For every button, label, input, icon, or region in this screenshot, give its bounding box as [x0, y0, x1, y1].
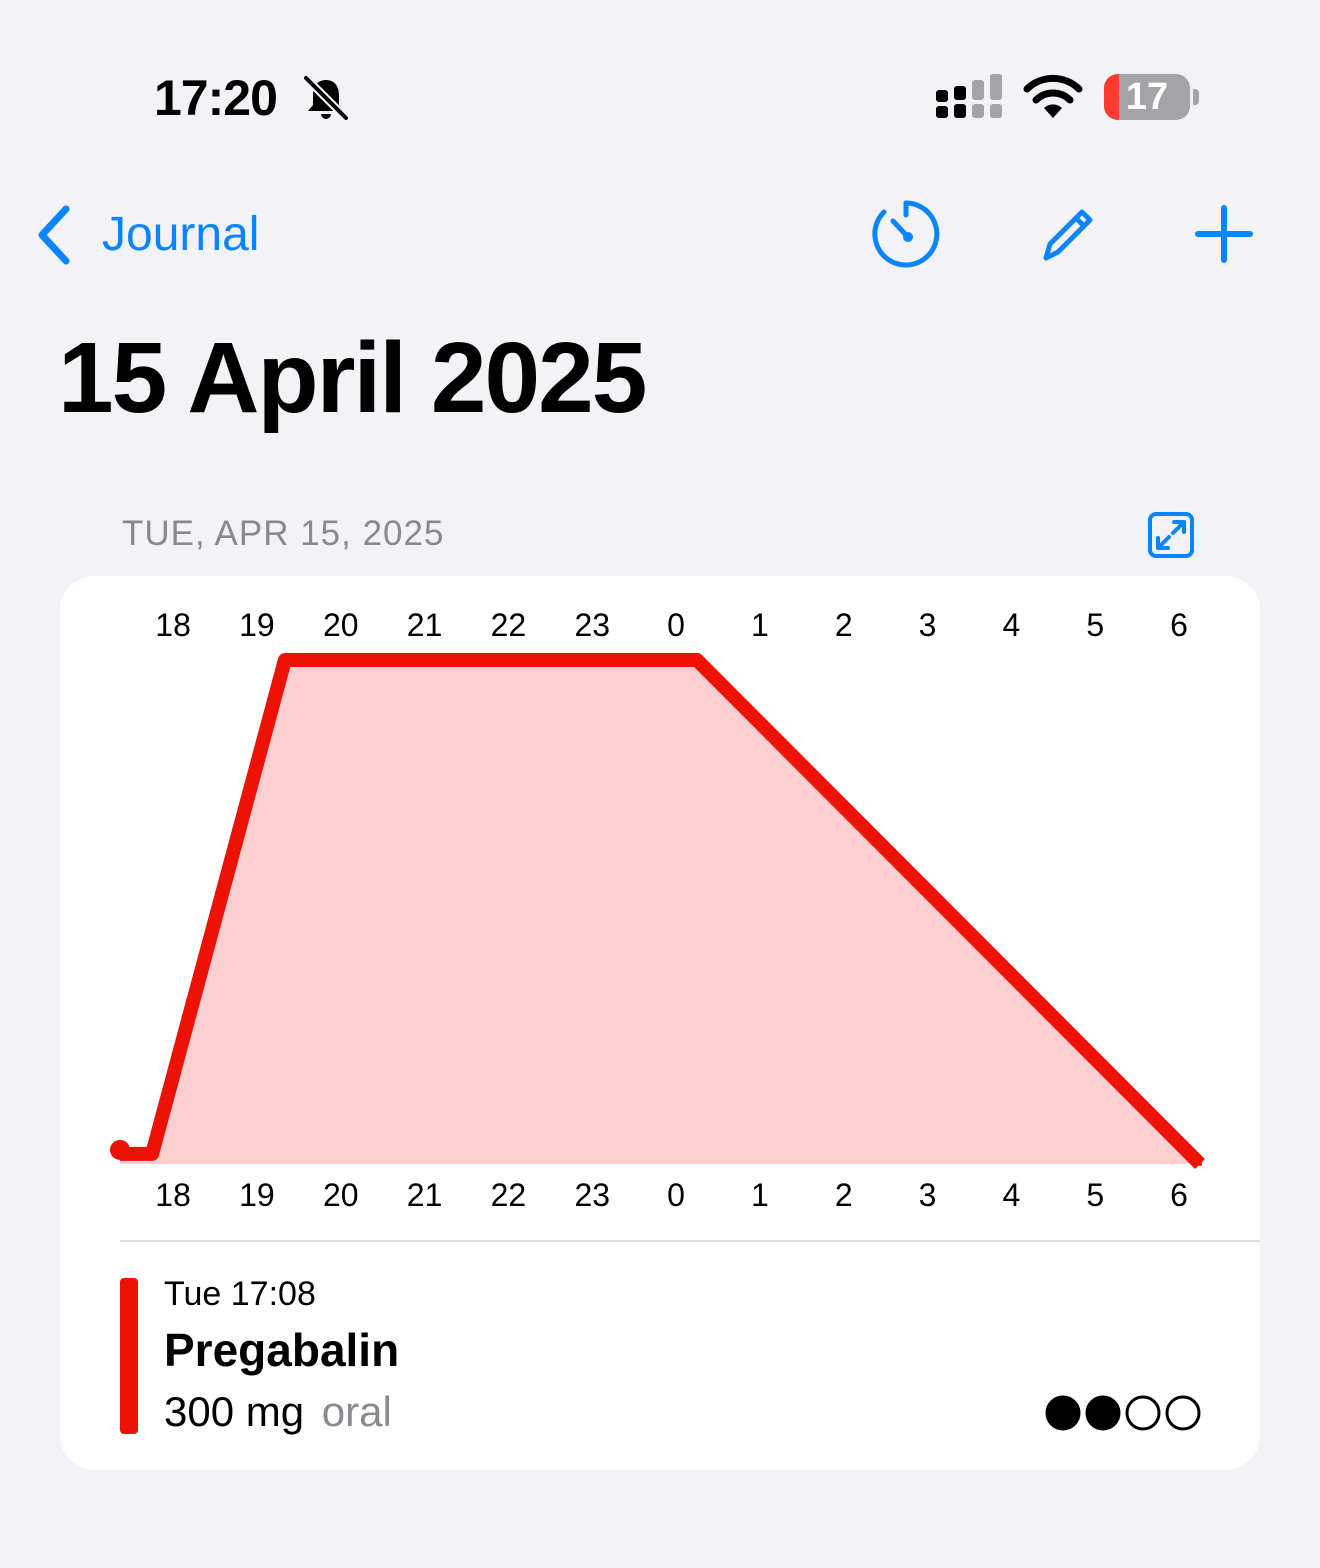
status-bar: 17:20 17: [0, 0, 1320, 160]
x-tick-label-top: 4: [1002, 607, 1020, 643]
x-tick-label-bottom: 3: [919, 1177, 937, 1213]
chevron-left-icon: [38, 205, 70, 265]
journal-card: 18 18 19 19 20 20 21 21 22 22 23 23 0 0 1 1 2 2 3 3 4 4 5 5 6 6 T…: [60, 576, 1260, 1470]
card-divider: [120, 1240, 1260, 1242]
x-tick-label-bottom: 19: [239, 1177, 275, 1213]
x-tick-label-bottom: 1: [751, 1177, 769, 1213]
x-tick-label-top: 21: [407, 607, 443, 643]
x-tick-label-bottom: 23: [574, 1177, 610, 1213]
battery-cap: [1193, 89, 1199, 105]
concentration-chart[interactable]: 18181919202021212222232300112233445566: [60, 576, 1260, 1226]
battery-level: 17: [1125, 76, 1169, 118]
x-tick-label-top: 18: [155, 607, 191, 643]
x-tick-label-bottom: 0: [667, 1177, 685, 1213]
timer-icon: [872, 200, 940, 268]
x-tick-label-top: 0: [667, 607, 685, 643]
series-point: [150, 1151, 155, 1156]
add-button[interactable]: [1186, 196, 1262, 272]
cellular-signal-icon: [936, 74, 1002, 118]
x-tick-label-top: 23: [574, 607, 610, 643]
entry-time: Tue 17:08: [164, 1275, 316, 1313]
entry-dose-row: 300 mg oral: [164, 1386, 392, 1438]
rating-dot-empty: [1125, 1395, 1161, 1431]
ingestion-entry[interactable]: Tue 17:08 Pregabalin 300 mg oral: [60, 1266, 1260, 1436]
series-area: [120, 660, 1200, 1164]
x-tick-label-bottom: 5: [1086, 1177, 1104, 1213]
rating-dots: [1045, 1395, 1201, 1431]
x-tick-label-top: 3: [919, 607, 937, 643]
bell-slash-icon: [302, 74, 350, 122]
timer-button[interactable]: [868, 196, 944, 272]
pencil-icon: [1043, 209, 1093, 261]
x-tick-label-top: 1: [751, 607, 769, 643]
x-tick-label-bottom: 2: [835, 1177, 853, 1213]
x-tick-label-top: 20: [323, 607, 359, 643]
x-tick-label-bottom: 18: [155, 1177, 191, 1213]
x-tick-label-bottom: 4: [1002, 1177, 1020, 1213]
x-tick-label-bottom: 21: [407, 1177, 443, 1213]
expand-icon: [1148, 512, 1194, 558]
back-button[interactable]: Journal: [34, 200, 259, 270]
series-point: [1198, 1162, 1202, 1166]
wifi-icon: [1023, 74, 1083, 118]
x-tick-label-bottom: 20: [323, 1177, 359, 1213]
x-tick-label-top: 19: [239, 607, 275, 643]
x-tick-label-top: 2: [835, 607, 853, 643]
plus-icon: [1195, 205, 1253, 263]
ingestion-start-marker: [110, 1139, 130, 1160]
back-button-label: Journal: [102, 208, 260, 261]
battery-indicator: 17: [1104, 74, 1190, 120]
x-tick-label-bottom: 6: [1170, 1177, 1188, 1213]
rating-dot-filled: [1045, 1395, 1081, 1431]
entry-substance-name: Pregabalin: [164, 1324, 400, 1376]
rating-dot-empty: [1165, 1395, 1201, 1431]
series-point: [695, 658, 700, 662]
section-header: TUE, APR 15, 2025: [122, 514, 445, 553]
entry-color-bar: [120, 1278, 138, 1434]
page-title: 15 April 2025: [58, 322, 647, 434]
x-tick-label-top: 6: [1170, 607, 1188, 643]
entry-route: oral: [321, 1388, 392, 1435]
expand-button[interactable]: [1146, 510, 1196, 560]
status-time: 17:20: [154, 70, 278, 126]
edit-button[interactable]: [1030, 196, 1106, 272]
x-tick-label-bottom: 22: [491, 1177, 527, 1213]
x-tick-label-top: 22: [491, 607, 527, 643]
rating-dot-filled: [1085, 1395, 1121, 1431]
x-tick-label-top: 5: [1086, 607, 1104, 643]
series-point: [282, 658, 287, 662]
entry-dose: 300 mg: [164, 1388, 305, 1435]
